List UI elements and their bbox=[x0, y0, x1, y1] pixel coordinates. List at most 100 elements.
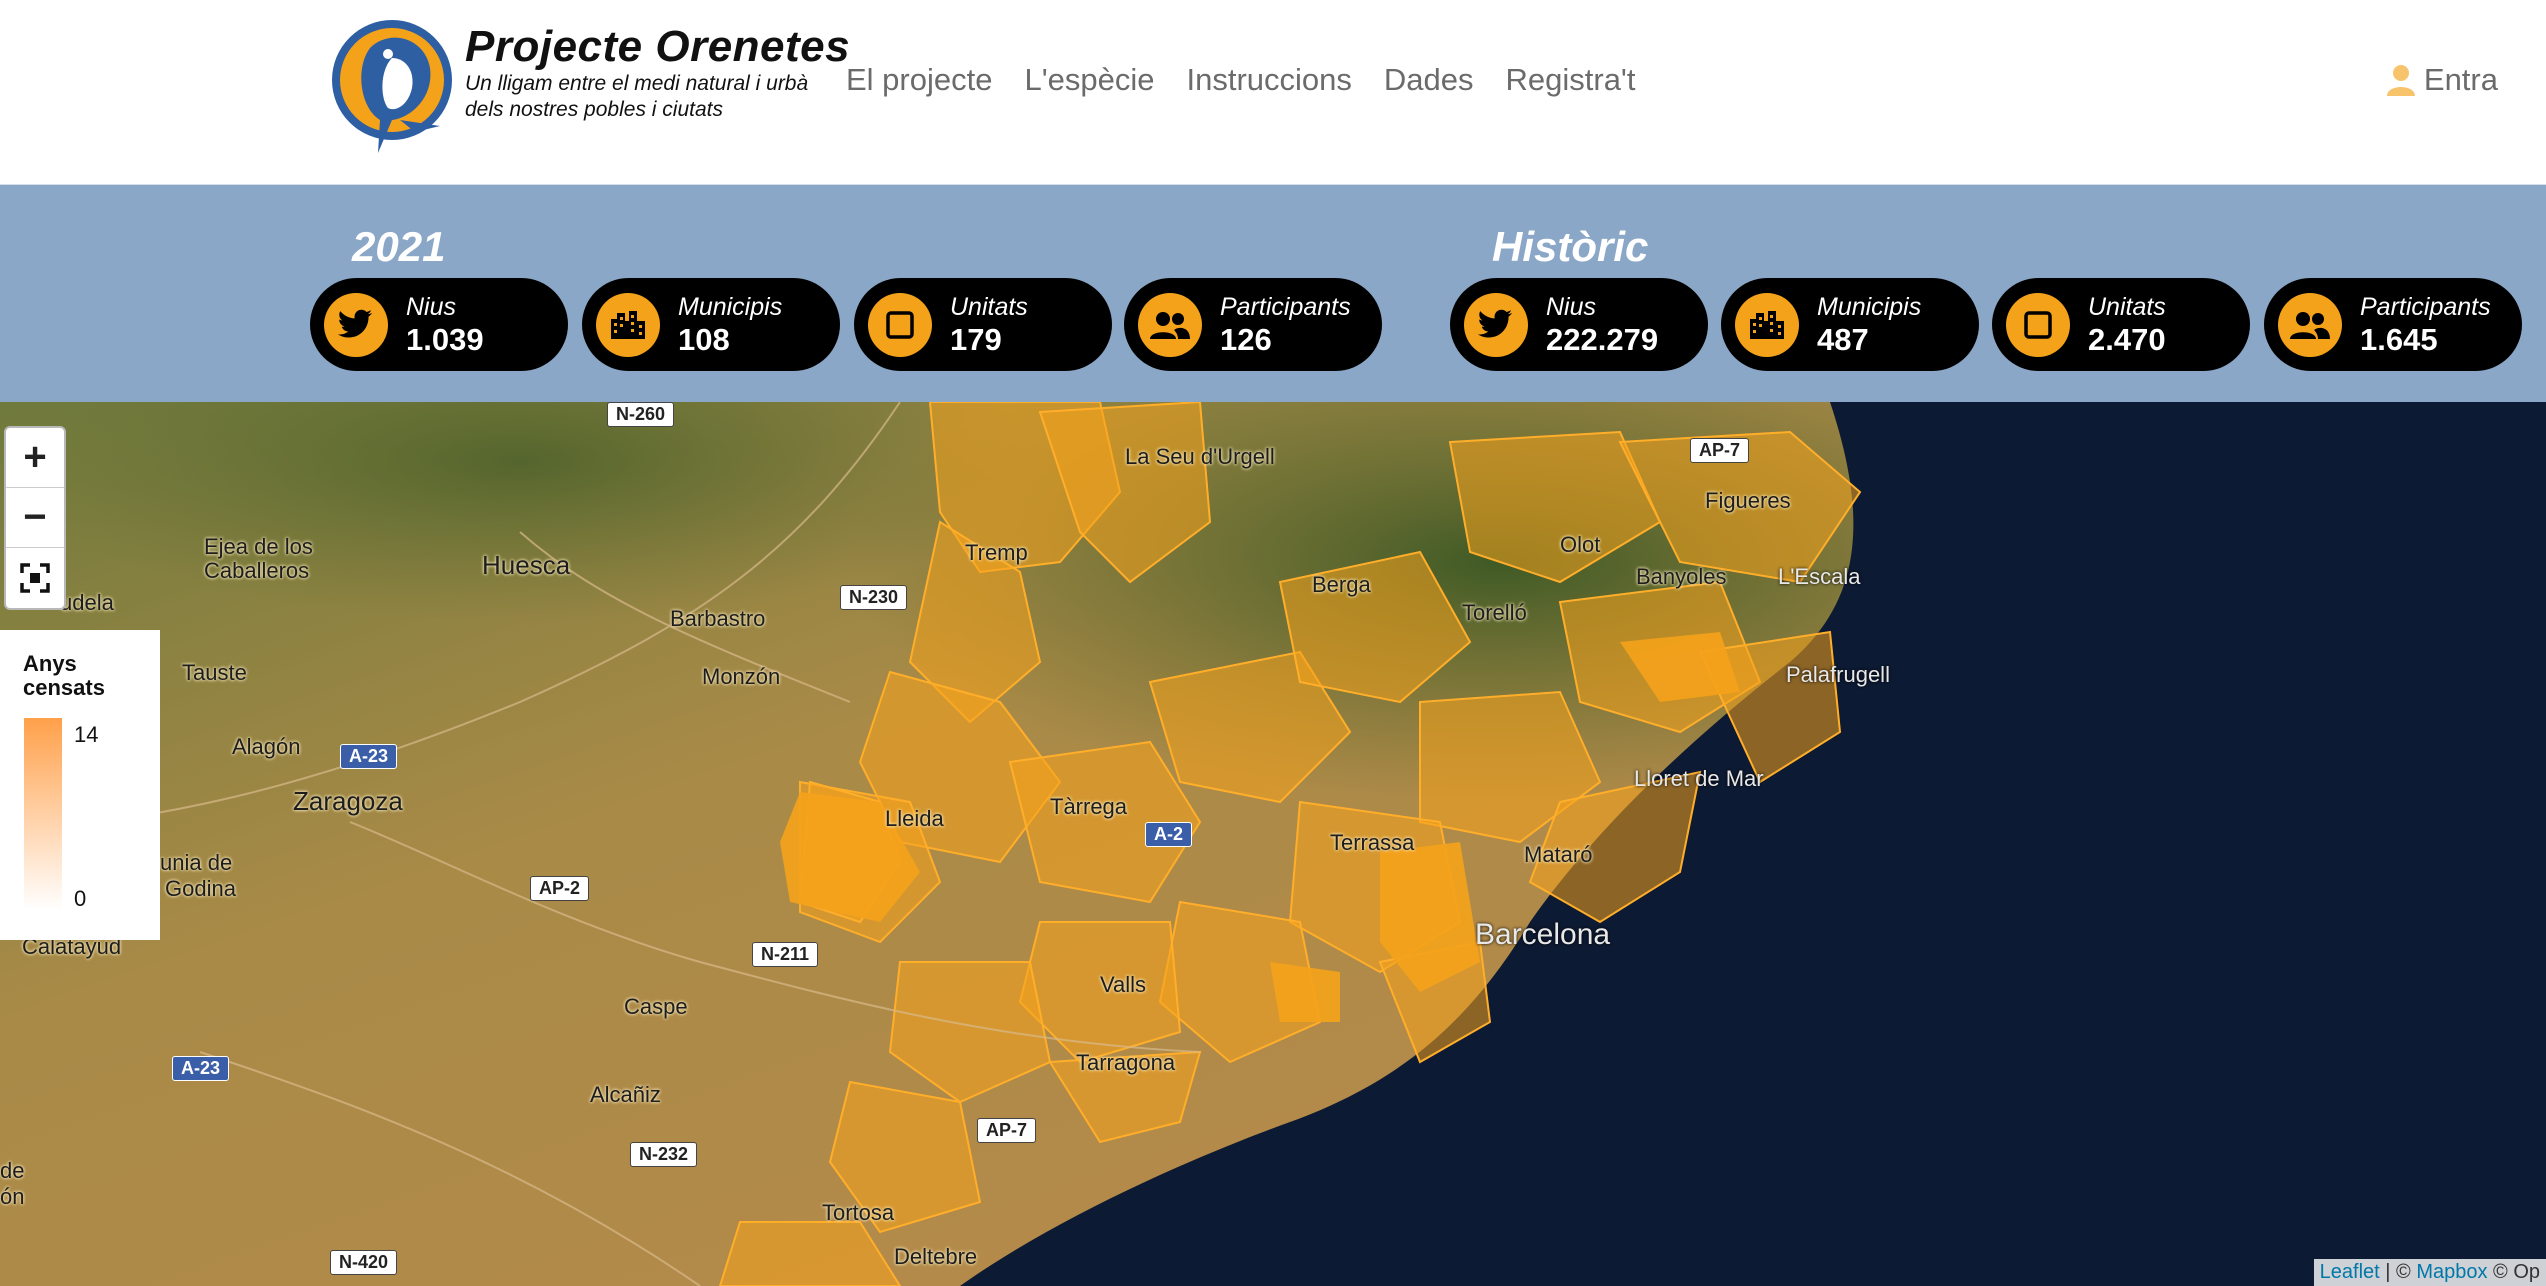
zoom-in-button[interactable]: + bbox=[6, 428, 64, 488]
users-icon bbox=[2278, 292, 2342, 357]
city-label: Zaragoza bbox=[293, 786, 403, 816]
nav-registrat[interactable]: Registra't bbox=[1506, 62, 1636, 98]
fullscreen-button[interactable] bbox=[6, 548, 64, 607]
city-label: Figueres bbox=[1705, 488, 1791, 513]
road-label: AP-2 bbox=[530, 876, 590, 901]
stat-value: 1.039 bbox=[406, 321, 484, 357]
stat-label: Municipis bbox=[678, 292, 783, 321]
legend-title: Anys censats bbox=[23, 652, 105, 700]
city-label: Torelló bbox=[1462, 600, 1527, 625]
stat-label: Unitats bbox=[2088, 292, 2166, 321]
attribution-sep: | © bbox=[2379, 1261, 2417, 1283]
bird-icon bbox=[324, 292, 388, 357]
city-label: unia de bbox=[160, 850, 233, 875]
nav-el-projecte[interactable]: El projecte bbox=[846, 62, 992, 98]
brand-logo[interactable]: Projecte Orenetes Un lligam entre el med… bbox=[330, 8, 850, 160]
fullscreen-icon bbox=[20, 562, 50, 593]
city-icon bbox=[596, 292, 660, 357]
map-view[interactable]: N-260 AP-7 N-230 A-23 AP-2 A-2 N-211 A-2… bbox=[0, 402, 2546, 1286]
brand-subtitle-line1: Un lligam entre el medi natural i urbà bbox=[465, 72, 809, 95]
city-label: Huesca bbox=[482, 550, 571, 580]
city-label: L'Escala bbox=[1778, 564, 1861, 589]
road-label: N-230 bbox=[840, 585, 908, 610]
city-label: Terrassa bbox=[1330, 830, 1415, 855]
city-icon bbox=[1735, 292, 1799, 357]
stat-label: Participants bbox=[1220, 292, 1351, 321]
city-label: Tauste bbox=[182, 660, 247, 685]
current-year-label: 2021 bbox=[352, 223, 446, 270]
square-icon bbox=[2006, 292, 2070, 357]
city-label: Barbastro bbox=[670, 606, 766, 631]
city-label: Berga bbox=[1312, 572, 1371, 597]
zoom-out-button[interactable]: − bbox=[6, 488, 64, 548]
swallow-logo-icon bbox=[332, 20, 452, 153]
stat-pill-current-participants: Participants 126 bbox=[1124, 278, 1382, 371]
nav-dades[interactable]: Dades bbox=[1384, 62, 1474, 98]
road-label: A-23 bbox=[172, 1056, 230, 1081]
stat-pill-historic-participants: Participants 1.645 bbox=[2264, 278, 2522, 371]
nav-especie[interactable]: L'espècie bbox=[1024, 62, 1154, 98]
brand-title: Projecte Orenetes bbox=[465, 22, 851, 71]
map-legend: Anys censats 14 0 bbox=[0, 630, 160, 940]
stat-value: 2.470 bbox=[2088, 321, 2166, 357]
city-label: Monzón bbox=[702, 664, 781, 689]
stat-value: 126 bbox=[1220, 321, 1272, 357]
legend-max: 14 bbox=[74, 722, 99, 747]
main-nav: El projecte L'espècie Instruccions Dades… bbox=[846, 62, 1667, 98]
city-label: La Seu d'Urgell bbox=[1125, 444, 1275, 469]
stat-value: 487 bbox=[1817, 321, 1869, 357]
mapbox-link[interactable]: Mapbox bbox=[2416, 1261, 2487, 1283]
zoom-control: + − bbox=[4, 426, 66, 610]
stat-pill-current-nius: Nius 1.039 bbox=[310, 278, 568, 371]
city-label: ón bbox=[0, 1184, 25, 1209]
square-icon bbox=[868, 292, 932, 357]
city-label: Lleida bbox=[885, 806, 944, 831]
stat-pill-current-unitats: Unitats 179 bbox=[854, 278, 1112, 371]
city-label: Tàrrega bbox=[1050, 794, 1128, 819]
top-navbar: Projecte Orenetes Un lligam entre el med… bbox=[0, 0, 2546, 185]
stat-value: 179 bbox=[950, 321, 1002, 357]
city-label: Ejea de los bbox=[204, 534, 313, 559]
city-label: Alagón bbox=[232, 734, 301, 759]
leaflet-link[interactable]: Leaflet bbox=[2320, 1261, 2380, 1283]
road-label: AP-7 bbox=[977, 1118, 1037, 1143]
stat-label: Nius bbox=[406, 292, 457, 321]
city-label: udela bbox=[60, 590, 114, 615]
stat-value: 108 bbox=[678, 321, 730, 357]
stat-pill-historic-municipis: Municipis 487 bbox=[1721, 278, 1979, 371]
stat-pill-historic-unitats: Unitats 2.470 bbox=[1992, 278, 2250, 371]
city-label: Palafrugell bbox=[1786, 662, 1890, 687]
city-label: Tremp bbox=[965, 540, 1028, 565]
legend-min: 0 bbox=[74, 886, 87, 911]
brand-subtitle: Un lligam entre el medi natural i urbà d… bbox=[465, 71, 808, 123]
road-label: N-232 bbox=[630, 1142, 698, 1167]
legend-gradient bbox=[24, 718, 62, 910]
city-label: Tortosa bbox=[822, 1200, 895, 1225]
stat-pill-historic-nius: Nius 222.279 bbox=[1450, 278, 1708, 371]
city-label: Lloret de Mar bbox=[1634, 766, 1764, 791]
city-label: Godina bbox=[165, 876, 236, 901]
city-label: Olot bbox=[1560, 532, 1601, 557]
stat-label: Unitats bbox=[950, 292, 1028, 321]
bird-icon bbox=[1464, 292, 1528, 357]
road-label: A-23 bbox=[340, 744, 398, 769]
historic-label: Històric bbox=[1492, 223, 1649, 270]
users-icon bbox=[1138, 292, 1202, 357]
stat-value: 1.645 bbox=[2360, 321, 2438, 357]
stat-value: 222.279 bbox=[1546, 321, 1659, 357]
stat-label: Nius bbox=[1546, 292, 1597, 321]
stat-label: Municipis bbox=[1817, 292, 1922, 321]
map-attribution: Leaflet | © Mapbox © Op bbox=[2313, 1259, 2546, 1286]
nav-instruccions[interactable]: Instruccions bbox=[1186, 62, 1351, 98]
legend-title-line1: Anys bbox=[23, 651, 77, 676]
attribution-tail: © Op bbox=[2487, 1261, 2540, 1283]
road-label: N-211 bbox=[752, 942, 819, 967]
city-label: Deltebre bbox=[894, 1244, 978, 1269]
city-label: Barcelona bbox=[1475, 918, 1611, 951]
login-link[interactable]: Entra bbox=[2386, 62, 2498, 98]
city-label: Tarragona bbox=[1076, 1050, 1176, 1075]
satellite-basemap bbox=[0, 402, 2546, 1286]
road-label: N-260 bbox=[607, 402, 675, 427]
road-label: AP-7 bbox=[1690, 438, 1750, 463]
stat-pill-current-municipis: Municipis 108 bbox=[582, 278, 840, 371]
